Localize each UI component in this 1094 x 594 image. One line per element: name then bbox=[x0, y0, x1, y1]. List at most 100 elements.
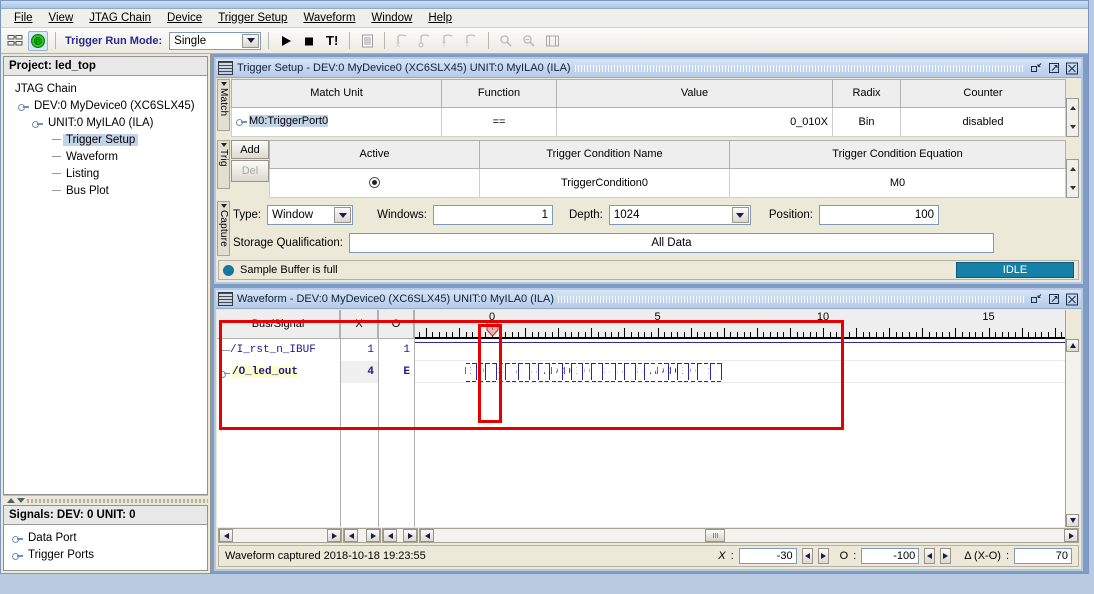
expand-knob-icon[interactable] bbox=[32, 117, 43, 128]
menu-trigger-setup[interactable]: Trigger Setup bbox=[211, 10, 294, 26]
match-unit-table[interactable]: Match Unit Function Value Radix Counter bbox=[231, 79, 1066, 138]
capture-type-select[interactable]: Window bbox=[267, 205, 354, 225]
cell-function[interactable]: == bbox=[441, 106, 557, 138]
cell-counter[interactable]: disabled bbox=[900, 106, 1066, 138]
close-icon[interactable] bbox=[1065, 61, 1079, 75]
scroll-up-button[interactable] bbox=[1066, 339, 1079, 352]
maximize-icon[interactable] bbox=[1047, 61, 1061, 75]
collapse-up-icon[interactable] bbox=[7, 498, 15, 503]
scroll-down-button[interactable] bbox=[1066, 514, 1079, 527]
expand-knob-icon[interactable] bbox=[219, 367, 230, 378]
tree-item-trigger-setup[interactable]: Trigger Setup bbox=[8, 131, 205, 148]
scroll-left-button[interactable] bbox=[219, 529, 233, 542]
hscroll-trough[interactable] bbox=[397, 529, 403, 542]
menu-file[interactable]: File bbox=[7, 10, 40, 26]
chevron-down-icon[interactable] bbox=[220, 143, 227, 147]
expand-knob-icon[interactable] bbox=[236, 115, 247, 127]
waveform-titlebar[interactable]: Waveform - DEV:0 MyDevice0 (XC6SLX45) UN… bbox=[216, 290, 1081, 309]
cell-radix[interactable]: Bin bbox=[832, 106, 901, 138]
x-col-hscrollbar[interactable] bbox=[343, 528, 381, 543]
cell-value[interactable]: 0_010X bbox=[556, 106, 833, 138]
menu-view[interactable]: View bbox=[42, 10, 81, 26]
hscroll-thumb[interactable] bbox=[704, 529, 725, 542]
scroll-left-button[interactable] bbox=[383, 529, 397, 542]
hscroll-trough[interactable] bbox=[434, 529, 1064, 542]
tree-item-unit0[interactable]: UNIT:0 MyILA0 (ILA) bbox=[8, 114, 205, 131]
trig-tab-strip[interactable]: Trig bbox=[216, 139, 231, 189]
chevron-down-icon[interactable] bbox=[242, 33, 260, 48]
chevron-down-icon[interactable] bbox=[220, 82, 227, 86]
scroll-left-button[interactable] bbox=[420, 529, 434, 542]
time-ruler[interactable]: 051015202530T bbox=[415, 310, 1065, 339]
scroll-up-button[interactable] bbox=[1067, 99, 1078, 118]
cell-active[interactable] bbox=[269, 167, 480, 199]
tab-trig[interactable]: Trig bbox=[217, 140, 230, 189]
del-button[interactable]: Del bbox=[231, 160, 269, 182]
collapse-down-icon[interactable] bbox=[17, 498, 25, 503]
chevron-down-icon[interactable] bbox=[731, 207, 749, 223]
scroll-right-button[interactable] bbox=[366, 529, 380, 542]
trigger-run-mode-select[interactable]: Single bbox=[169, 31, 262, 50]
o-col-hscrollbar[interactable] bbox=[382, 528, 418, 543]
expand-knob-icon[interactable] bbox=[18, 100, 29, 111]
tree-item-waveform[interactable]: Waveform bbox=[8, 148, 205, 165]
hscroll-trough[interactable] bbox=[233, 529, 327, 542]
menu-waveform[interactable]: Waveform bbox=[296, 10, 362, 26]
tree-item-bus-plot[interactable]: Bus Plot bbox=[8, 182, 205, 199]
vscroll-trough[interactable] bbox=[1066, 352, 1080, 514]
device-status-icon[interactable]: P bbox=[28, 30, 48, 51]
active-radio[interactable] bbox=[369, 177, 380, 189]
maximize-icon[interactable] bbox=[1047, 292, 1061, 306]
trigger-condition-table[interactable]: Active Trigger Condition Name Trigger Co… bbox=[269, 140, 1066, 199]
dock-splitter[interactable] bbox=[3, 495, 208, 505]
cell-condition-equation[interactable]: M0 bbox=[729, 167, 1066, 199]
windows-input[interactable]: 1 bbox=[433, 205, 553, 225]
o-marker-prev-button[interactable] bbox=[924, 548, 936, 564]
tree-item-dev0[interactable]: DEV:0 MyDevice0 (XC6SLX45) bbox=[8, 97, 205, 114]
cell-condition-name[interactable]: TriggerCondition0 bbox=[479, 167, 730, 199]
capture-tab-strip[interactable]: Capture bbox=[216, 200, 231, 258]
menu-help[interactable]: Help bbox=[421, 10, 459, 26]
trig-table-scroll[interactable] bbox=[1066, 159, 1079, 198]
trigger-setup-titlebar[interactable]: Trigger Setup - DEV:0 MyDevice0 (XC6SLX4… bbox=[216, 59, 1081, 78]
cell-match-unit[interactable]: M0:TriggerPort0 bbox=[231, 106, 442, 138]
depth-select[interactable]: 1024 bbox=[608, 205, 751, 225]
match-table-row[interactable]: M0:TriggerPort0 == 0_010X Bin disabled bbox=[231, 106, 1066, 138]
expand-knob-icon[interactable] bbox=[12, 549, 23, 560]
waveform-vscrollbar[interactable] bbox=[1065, 310, 1080, 527]
waveform-canvas[interactable]: 051015202530T EF0123456789ABCDEF01234567… bbox=[415, 310, 1065, 527]
scroll-up-button[interactable] bbox=[1067, 160, 1078, 179]
storage-qualification-input[interactable]: All Data bbox=[348, 233, 994, 253]
menu-device[interactable]: Device bbox=[160, 10, 209, 26]
restore-icon[interactable] bbox=[1029, 61, 1043, 75]
chain-icon[interactable] bbox=[5, 31, 25, 51]
listing-icon[interactable] bbox=[357, 31, 377, 51]
menu-window[interactable]: Window bbox=[364, 10, 419, 26]
o-marker-next-button[interactable] bbox=[940, 548, 952, 564]
x-marker-field[interactable]: -30 bbox=[738, 548, 797, 564]
trigger-marker-icon[interactable]: T bbox=[486, 321, 499, 337]
add-button[interactable]: Add bbox=[231, 140, 269, 159]
signal-row-led[interactable]: /O_led_out bbox=[217, 361, 340, 383]
signals-item-data-port[interactable]: Data Port bbox=[8, 529, 205, 546]
scroll-right-button[interactable] bbox=[403, 529, 417, 542]
close-icon[interactable] bbox=[1065, 292, 1079, 306]
chevron-down-icon[interactable] bbox=[334, 207, 352, 223]
tree-item-jtag-chain[interactable]: JTAG Chain bbox=[8, 80, 205, 97]
run-icon[interactable] bbox=[276, 31, 296, 51]
scroll-right-button[interactable] bbox=[327, 529, 341, 542]
tab-match[interactable]: Match bbox=[217, 79, 230, 131]
x-marker-next-button[interactable] bbox=[817, 548, 829, 564]
trig-table-row[interactable]: TriggerCondition0 M0 bbox=[269, 167, 1066, 199]
scroll-right-button[interactable] bbox=[1064, 529, 1078, 542]
scroll-down-button[interactable] bbox=[1067, 118, 1078, 137]
x-marker-prev-button[interactable] bbox=[801, 548, 813, 564]
scroll-down-button[interactable] bbox=[1067, 179, 1078, 198]
waveform-hscrollbar[interactable] bbox=[419, 528, 1079, 543]
tree-item-listing[interactable]: Listing bbox=[8, 165, 205, 182]
chevron-down-icon[interactable] bbox=[220, 204, 227, 208]
stop-icon[interactable] bbox=[299, 31, 319, 51]
o-marker-field[interactable]: -100 bbox=[861, 548, 920, 564]
match-table-scroll[interactable] bbox=[1066, 98, 1079, 137]
signals-item-trigger-ports[interactable]: Trigger Ports bbox=[8, 546, 205, 563]
